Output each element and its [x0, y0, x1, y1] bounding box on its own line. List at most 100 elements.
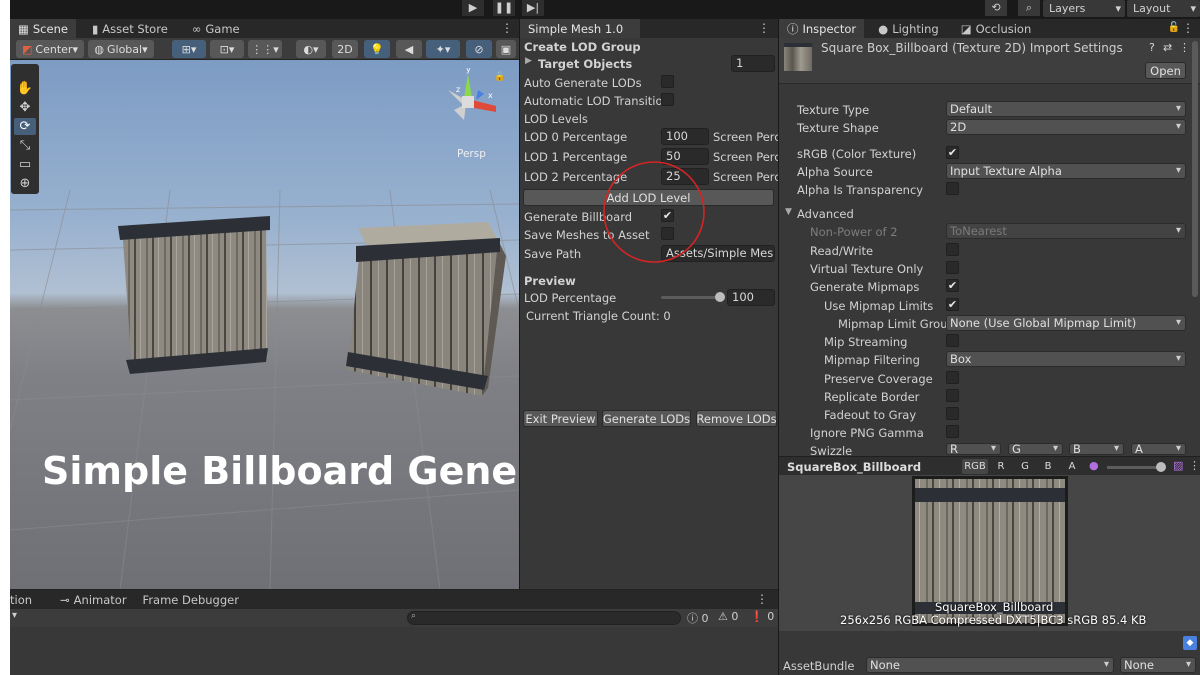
- more-menu-icon[interactable]: ⋮: [501, 21, 513, 35]
- more-menu-icon[interactable]: ⋮: [1189, 459, 1200, 472]
- align-button[interactable]: ⋮⋮▾: [248, 40, 282, 58]
- mip-slider[interactable]: [1107, 466, 1159, 469]
- swizzle-g-dropdown[interactable]: G: [1008, 443, 1063, 455]
- lod-percentage-slider[interactable]: [661, 296, 723, 299]
- mip-icon[interactable]: ●: [1089, 459, 1099, 472]
- info-count[interactable]: ⓘ 0: [687, 610, 709, 626]
- swizzle-a-dropdown[interactable]: A: [1131, 443, 1186, 455]
- camera-button[interactable]: ▣: [496, 40, 516, 58]
- rect-tool-icon[interactable]: ▭: [14, 156, 36, 173]
- preserve-coverage-checkbox[interactable]: [946, 371, 959, 384]
- mode-2d-button[interactable]: 2D: [332, 40, 358, 58]
- move-tool-icon[interactable]: ✥: [14, 99, 36, 116]
- tab-frame-debugger[interactable]: Frame Debugger: [135, 590, 247, 609]
- channel-g-button[interactable]: G: [1016, 459, 1034, 474]
- mip-filtering-dropdown[interactable]: Box: [946, 351, 1186, 367]
- lighting-toggle[interactable]: 💡: [364, 40, 390, 58]
- alpha-source-dropdown[interactable]: Input Texture Alpha: [946, 163, 1186, 179]
- channel-a-button[interactable]: A: [1063, 459, 1081, 474]
- more-menu-icon[interactable]: ⋮: [1182, 21, 1194, 35]
- pivot-dropdown[interactable]: ◩ Center ▾: [16, 40, 84, 58]
- lod-percentage-field[interactable]: 100: [727, 289, 775, 306]
- mip-slider-thumb[interactable]: [1156, 462, 1166, 472]
- scene-viewport[interactable]: ✋ ✥ ⟳ ⤡ ▭ ⊕ y x z Persp 🔒 Simple Billboa…: [10, 60, 519, 589]
- auto-generate-checkbox[interactable]: [661, 75, 674, 88]
- chevron-down-icon[interactable]: ▾: [12, 610, 17, 621]
- visibility-toggle[interactable]: ⊘: [466, 40, 492, 58]
- use-mip-limits-checkbox[interactable]: ✔: [946, 298, 959, 311]
- pause-button[interactable]: ❚❚: [493, 0, 515, 16]
- tab-asset-store[interactable]: ▮ Asset Store: [84, 19, 176, 38]
- console-search-input[interactable]: ⌕: [407, 611, 681, 625]
- orientation-gizmo[interactable]: y x z: [440, 68, 500, 138]
- lod0-field[interactable]: 100: [661, 128, 709, 145]
- channel-r-button[interactable]: R: [992, 459, 1010, 474]
- search-icon[interactable]: ⌕: [1018, 0, 1040, 16]
- effects-toggle[interactable]: ✦▾: [426, 40, 460, 58]
- ignore-png-checkbox[interactable]: [946, 425, 959, 438]
- remove-lods-button[interactable]: Remove LODs: [696, 410, 777, 427]
- hand-tool-icon[interactable]: ✋: [14, 80, 36, 97]
- step-button[interactable]: ▶|: [522, 0, 544, 16]
- label-tag-icon[interactable]: ◆: [1183, 636, 1197, 650]
- more-menu-icon[interactable]: ⋮: [1179, 41, 1190, 54]
- gen-mipmaps-checkbox[interactable]: ✔: [946, 279, 959, 292]
- audio-toggle[interactable]: ◀: [396, 40, 422, 58]
- layout-dropdown[interactable]: Layout ▾: [1127, 0, 1200, 17]
- read-write-checkbox[interactable]: [946, 243, 959, 256]
- space-dropdown[interactable]: ◍ Global ▾: [88, 40, 154, 58]
- tab-lighting[interactable]: ● Lighting: [870, 19, 947, 38]
- history-icon[interactable]: ⟲: [985, 0, 1007, 16]
- warning-count[interactable]: ⚠ 0: [718, 610, 738, 623]
- tab-game[interactable]: ∞ Game: [184, 19, 248, 38]
- play-button[interactable]: ▶: [462, 0, 484, 16]
- more-menu-icon[interactable]: ⋮: [758, 21, 770, 35]
- channel-rgb-button[interactable]: RGB: [962, 459, 988, 474]
- lod-percentage-slider-thumb[interactable]: [715, 292, 725, 302]
- srgb-checkbox[interactable]: ✔: [946, 146, 959, 159]
- replicate-border-checkbox[interactable]: [946, 389, 959, 402]
- snap-increment-button[interactable]: ⊡▾: [210, 40, 244, 58]
- preset-icon[interactable]: ⇄: [1163, 41, 1172, 54]
- assetbundle-dropdown[interactable]: None: [866, 657, 1114, 673]
- texture-type-dropdown[interactable]: Default: [946, 101, 1186, 117]
- mip-limit-group-dropdown[interactable]: None (Use Global Mipmap Limit): [946, 315, 1186, 331]
- checker-icon[interactable]: ▨: [1173, 459, 1183, 472]
- assetbundle-variant-dropdown[interactable]: None: [1120, 657, 1196, 673]
- help-icon[interactable]: ?: [1149, 41, 1155, 54]
- error-count[interactable]: ❗ 0: [750, 610, 774, 623]
- swizzle-r-dropdown[interactable]: R: [946, 443, 1001, 455]
- scale-tool-icon[interactable]: ⤡: [14, 137, 36, 154]
- swizzle-b-dropdown[interactable]: B: [1069, 443, 1124, 455]
- alpha-transparency-checkbox[interactable]: [946, 182, 959, 195]
- persp-label[interactable]: Persp: [457, 148, 486, 160]
- target-count-field[interactable]: 1: [731, 55, 775, 72]
- target-objects-foldout[interactable]: Target Objects: [538, 57, 632, 71]
- fadeout-checkbox[interactable]: [946, 407, 959, 420]
- npot-dropdown[interactable]: ToNearest: [946, 223, 1186, 239]
- draw-mode-button[interactable]: ◐▾: [296, 40, 326, 58]
- tab-occlusion[interactable]: ◪ Occlusion: [953, 19, 1040, 38]
- advanced-foldout[interactable]: Advanced: [797, 207, 854, 221]
- foldout-arrow-icon[interactable]: ▼: [785, 207, 792, 217]
- layers-dropdown[interactable]: Layers ▾: [1043, 0, 1125, 17]
- texture-shape-dropdown[interactable]: 2D: [946, 119, 1186, 135]
- lock-icon[interactable]: 🔒: [494, 72, 505, 82]
- generate-lods-button[interactable]: Generate LODs: [602, 410, 691, 427]
- grid-snap-button[interactable]: ⊞▾: [172, 40, 206, 58]
- open-button[interactable]: Open: [1145, 62, 1186, 79]
- more-menu-icon[interactable]: ⋮: [756, 592, 768, 606]
- foldout-arrow-icon[interactable]: ▶: [525, 56, 532, 66]
- auto-transition-checkbox[interactable]: [661, 93, 674, 106]
- mip-streaming-checkbox[interactable]: [946, 334, 959, 347]
- tab-animator[interactable]: ⊸ Animator: [52, 590, 135, 609]
- virtual-texture-checkbox[interactable]: [946, 261, 959, 274]
- tab-simple-mesh[interactable]: Simple Mesh 1.0: [520, 19, 640, 38]
- tab-inspector[interactable]: ⓘ Inspector: [779, 19, 865, 38]
- tab-animation[interactable]: tion: [10, 590, 40, 609]
- scrollbar[interactable]: [1192, 41, 1198, 297]
- tab-scene[interactable]: ▦ Scene: [10, 19, 76, 38]
- lock-icon[interactable]: 🔓: [1168, 22, 1180, 33]
- exit-preview-button[interactable]: Exit Preview: [523, 410, 598, 427]
- channel-b-button[interactable]: B: [1039, 459, 1057, 474]
